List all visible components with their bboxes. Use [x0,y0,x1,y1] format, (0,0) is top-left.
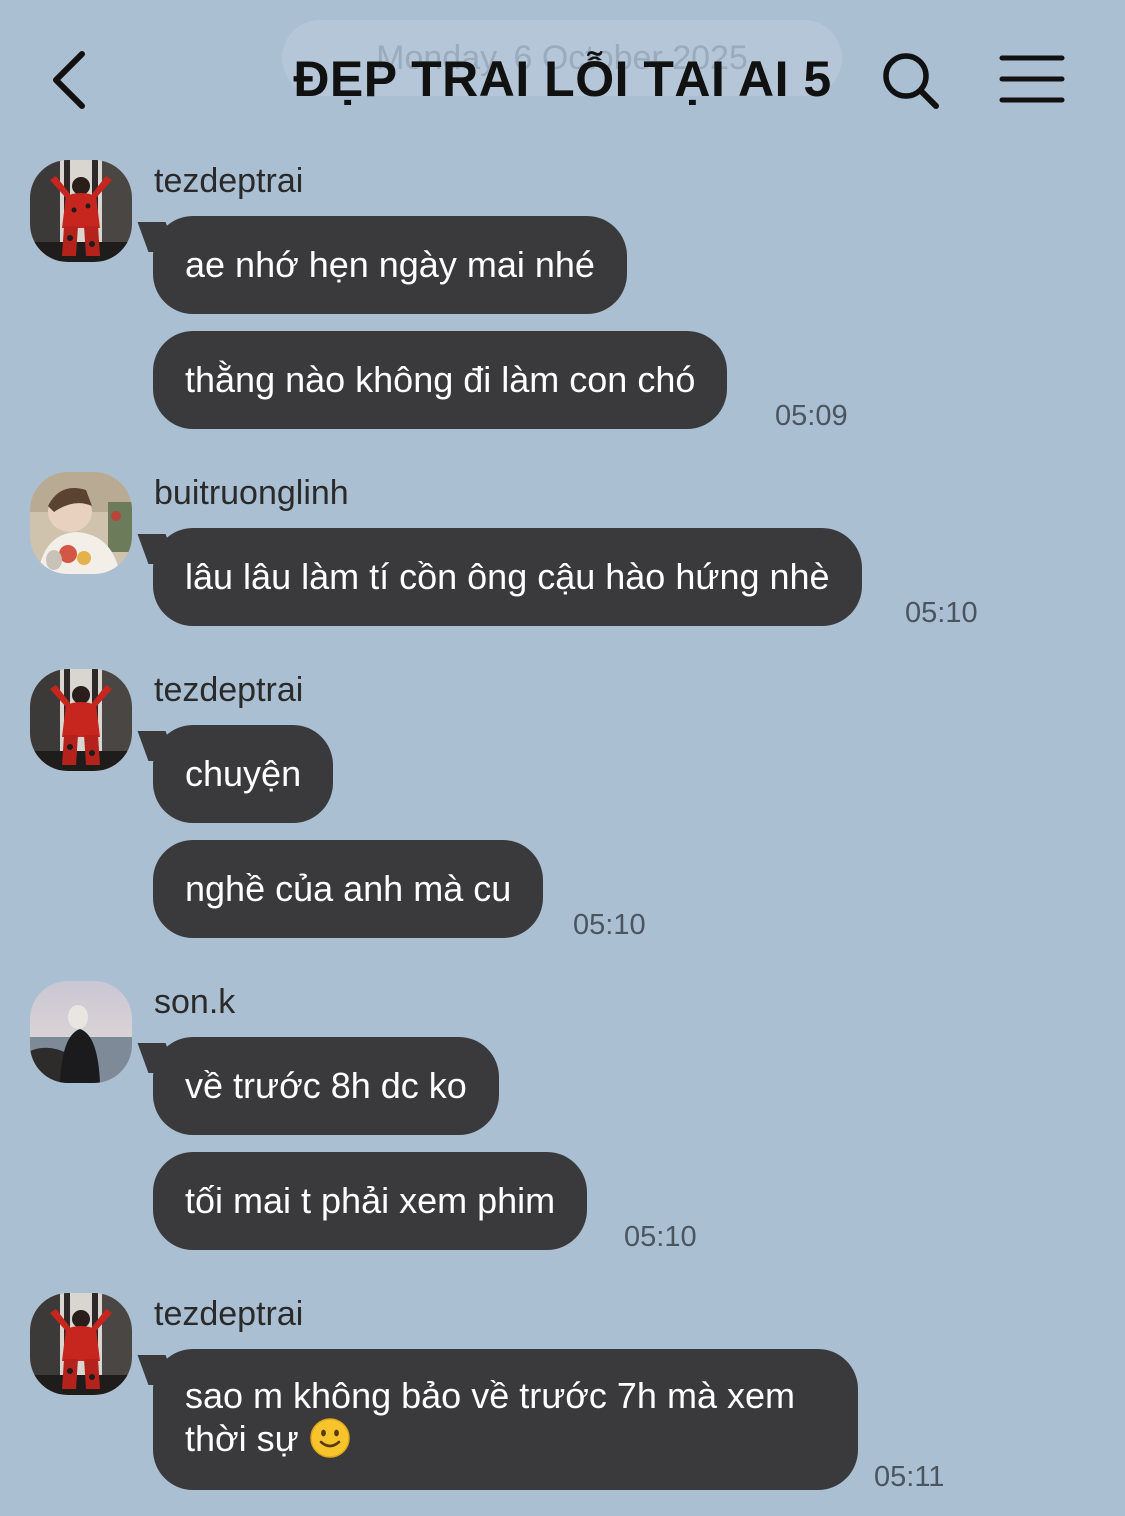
message-line-wrap: thời sự [185,1417,826,1460]
menu-button[interactable] [998,52,1066,108]
sender-name: tezdeptrai [154,671,304,709]
chat-title: ĐẸP TRAI LỖI TẠI AI 5 [293,51,832,107]
avatar[interactable] [30,472,132,574]
avatar[interactable] [30,669,132,771]
message-timestamp: 05:10 [905,597,978,629]
chevron-left-icon [53,51,85,109]
message-bubble[interactable]: tối mai t phải xem phim [153,1152,588,1250]
sender-name: son.k [154,983,236,1021]
avatar[interactable] [30,1293,132,1395]
search-button[interactable] [878,48,944,114]
message-bubble[interactable]: chuyện [153,725,334,823]
chat-header: Monday, 6 October 2025 ĐẸP TRAI LỖI TẠI … [0,0,1125,150]
back-button[interactable] [40,42,100,118]
message-timestamp: 05:10 [624,1221,697,1253]
sender-name: buitruonglinh [154,474,349,512]
slightly-smiling-face-emoji [310,1418,350,1458]
message-bubble[interactable]: sao m không bảo về trước 7h mà xem thời … [153,1349,858,1490]
message-line: thời sự [185,1418,299,1459]
sender-name: tezdeptrai [154,162,304,200]
message-bubble[interactable]: nghề của anh mà cu [153,840,544,938]
message-bubble[interactable]: ae nhớ hẹn ngày mai nhé [153,216,627,314]
message-timestamp: 05:10 [573,909,646,941]
message-bubble[interactable]: về trước 8h dc ko [153,1037,499,1135]
sender-name: tezdeptrai [154,1295,304,1333]
message-timestamp: 05:09 [775,400,848,432]
message-bubble[interactable]: thằng nào không đi làm con chó [153,331,728,429]
message-line: sao m không bảo về trước 7h mà xem [185,1375,795,1416]
message-timestamp: 05:11 [874,1461,945,1493]
search-icon [883,53,939,109]
avatar[interactable] [30,981,132,1083]
hamburger-menu-icon [999,55,1065,103]
message-bubble[interactable]: lâu lâu làm tí cồn ông cậu hào hứng nhè [153,528,862,626]
avatar[interactable] [30,160,132,262]
